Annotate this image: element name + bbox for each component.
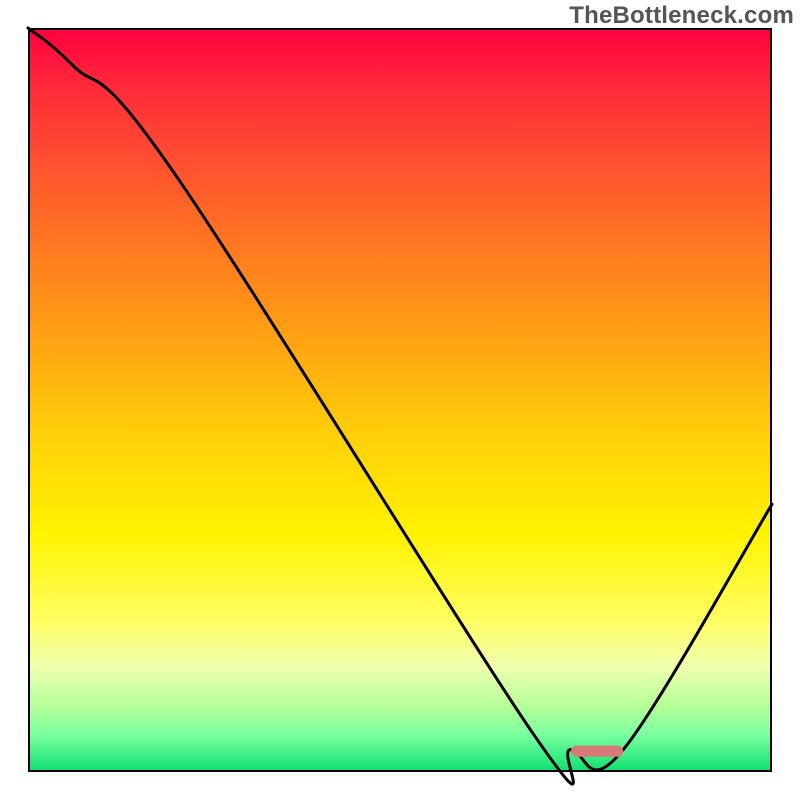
flat-marker [571,746,623,757]
chart-container: TheBottleneck.com [0,0,800,800]
watermark-text: TheBottleneck.com [569,2,794,30]
chart-svg [28,28,772,772]
bottleneck-curve [28,28,772,784]
plot-area [28,28,772,772]
